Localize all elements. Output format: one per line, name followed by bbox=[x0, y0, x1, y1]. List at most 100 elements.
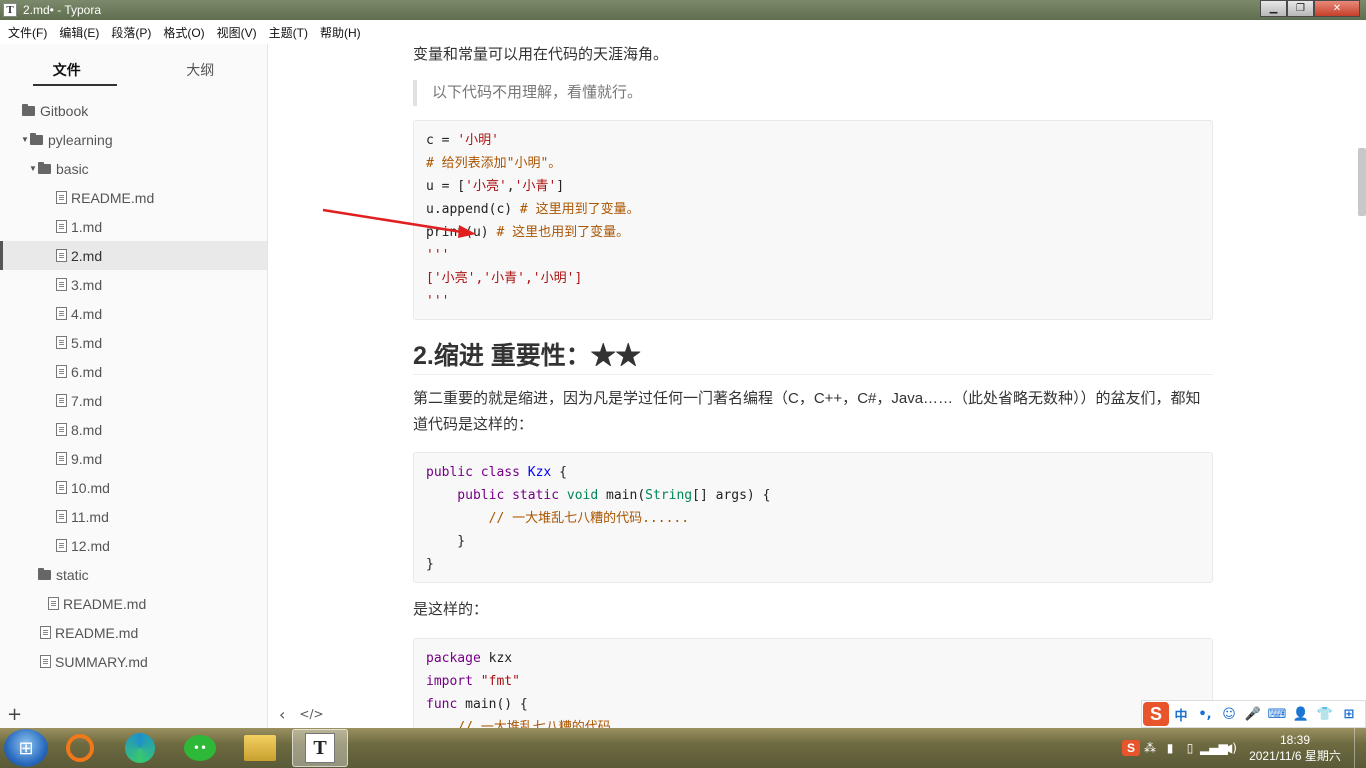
code-token: Kzx bbox=[527, 465, 552, 480]
sogou-tray-icon[interactable]: S bbox=[1122, 740, 1140, 756]
menu-item-2[interactable]: 段落(P) bbox=[105, 24, 157, 41]
tree-file[interactable]: README.md bbox=[0, 589, 267, 618]
menu-item-0[interactable]: 文件(F) bbox=[2, 24, 53, 41]
ime-item-6[interactable]: 👕 bbox=[1313, 707, 1337, 722]
menu-item-6[interactable]: 帮助(H) bbox=[314, 24, 367, 41]
code-token: public bbox=[426, 465, 481, 480]
caret-down-icon[interactable]: ▼ bbox=[28, 164, 38, 173]
code-token: ''' bbox=[426, 294, 450, 309]
ime-item-3[interactable]: 🎤 bbox=[1241, 707, 1265, 722]
ime-item-2[interactable]: ☺ bbox=[1217, 707, 1241, 722]
source-code-mode-icon[interactable]: </> bbox=[299, 707, 323, 721]
folder-icon bbox=[22, 103, 35, 116]
close-button[interactable]: ✕ bbox=[1314, 0, 1360, 17]
network-icon[interactable]: ▂▄▆ bbox=[1200, 741, 1228, 755]
tree-file[interactable]: 7.md bbox=[0, 386, 267, 415]
intro-paragraph: 变量和常量可以用在代码的天涯海角。 bbox=[413, 46, 669, 63]
body-paragraph: 第二重要的就是缩进，因为凡是学过任何一门著名编程（C，C++，C#，Java……… bbox=[413, 390, 1201, 433]
menu-item-5[interactable]: 主题(T) bbox=[263, 24, 314, 41]
volume-icon[interactable]: ◀) bbox=[1220, 741, 1240, 755]
tree-file[interactable]: 8.md bbox=[0, 415, 267, 444]
code-token: ['小亮','小青','小明'] bbox=[426, 271, 583, 286]
code-block-java[interactable]: public class Kzx { public static void ma… bbox=[413, 452, 1213, 583]
folder-icon bbox=[38, 567, 51, 580]
toggle-sidebar-icon[interactable]: ‹ bbox=[279, 705, 285, 724]
wechat-icon: •• bbox=[184, 735, 216, 761]
code-block-python[interactable]: c = '小明' # 给列表添加"小明"。 u = ['小亮','小青'] u.app… bbox=[413, 120, 1213, 320]
file-icon bbox=[56, 191, 67, 204]
file-icon bbox=[56, 307, 67, 320]
tree-file[interactable]: 4.md bbox=[0, 299, 267, 328]
ime-item-5[interactable]: 👤 bbox=[1289, 707, 1313, 722]
clock[interactable]: 18:39 2021/11/6 星期六 bbox=[1240, 732, 1350, 764]
minimize-button[interactable]: ▁ bbox=[1260, 0, 1287, 17]
tree-file[interactable]: SUMMARY.md bbox=[0, 647, 267, 676]
taskbar-search-app[interactable] bbox=[52, 729, 108, 767]
tab-outline[interactable]: 大纲 bbox=[134, 44, 268, 88]
ime-toolbar: S 中 •, ☺ 🎤 ⌨ 👤 👕 ⊞ bbox=[1141, 700, 1366, 728]
tree-file[interactable]: 1.md bbox=[0, 212, 267, 241]
code-block-go[interactable]: package kzx import "fmt" func main() { // … bbox=[413, 638, 1213, 728]
tree-item-label: README.md bbox=[63, 595, 147, 612]
menu-item-3[interactable]: 格式(O) bbox=[157, 24, 210, 41]
tree-file[interactable]: 9.md bbox=[0, 444, 267, 473]
code-line: c = '小明' bbox=[426, 129, 1200, 152]
taskbar-edge[interactable] bbox=[112, 729, 168, 767]
file-icon bbox=[40, 655, 51, 668]
tree-file[interactable]: 11.md bbox=[0, 502, 267, 531]
tree-file[interactable]: 6.md bbox=[0, 357, 267, 386]
tree-file[interactable]: README.md bbox=[0, 183, 267, 212]
add-file-button[interactable]: + bbox=[7, 704, 22, 725]
ime-item-0[interactable]: 中 bbox=[1169, 705, 1193, 724]
menu-item-4[interactable]: 视图(V) bbox=[211, 24, 263, 41]
menu-item-1[interactable]: 编辑(E) bbox=[53, 24, 105, 41]
tree-file[interactable]: 2.md bbox=[0, 241, 267, 270]
taskbar-typora[interactable]: T bbox=[292, 729, 348, 767]
code-line: u.append(c) # 这里用到了变量。 bbox=[426, 198, 1200, 221]
active-tab-indicator bbox=[33, 84, 117, 86]
code-token: void bbox=[566, 488, 607, 503]
editor-scrollbar[interactable] bbox=[1358, 148, 1366, 216]
tree-folder[interactable]: Gitbook bbox=[0, 96, 267, 125]
taskbar-wechat[interactable]: •• bbox=[172, 729, 228, 767]
editor-pane[interactable]: 变量和常量可以用在代码的天涯海角。 以下代码不用理解，看懂就行。 c = '小明… bbox=[268, 44, 1366, 728]
tree-folder[interactable]: ▼ pylearning bbox=[0, 125, 267, 154]
caret-down-icon[interactable]: ▼ bbox=[20, 135, 30, 144]
title-bar: T 2.md• - Typora ▁ ❐ ✕ bbox=[0, 0, 1366, 20]
sidebar-tabs: 文件 大纲 bbox=[0, 44, 267, 88]
maximize-button[interactable]: ❐ bbox=[1287, 0, 1314, 17]
code-token: "fmt" bbox=[480, 674, 520, 689]
tab-files[interactable]: 文件 bbox=[0, 44, 134, 88]
ime-item-1[interactable]: •, bbox=[1193, 707, 1217, 722]
tree-item-label: README.md bbox=[71, 189, 155, 206]
tree-item-label: 2.md bbox=[71, 247, 103, 264]
show-desktop-button[interactable] bbox=[1354, 728, 1366, 768]
start-button[interactable]: ⊞ bbox=[4, 729, 48, 767]
tray-expand-icon[interactable]: ⁂ bbox=[1140, 741, 1160, 755]
tree-file[interactable]: 5.md bbox=[0, 328, 267, 357]
code-token: public bbox=[426, 488, 513, 503]
ime-item-4[interactable]: ⌨ bbox=[1265, 707, 1289, 722]
code-token: import bbox=[426, 674, 481, 689]
code-token: ] bbox=[556, 179, 565, 194]
code-line: // 一大堆乱七八糟的代码...... bbox=[426, 716, 1200, 728]
tray-usb-icon[interactable]: ▮ bbox=[1160, 741, 1180, 755]
file-icon bbox=[56, 394, 67, 407]
battery-icon[interactable]: ▯ bbox=[1180, 741, 1200, 755]
code-token: print(u) bbox=[426, 225, 497, 240]
taskbar-explorer[interactable] bbox=[232, 729, 288, 767]
tree-file[interactable]: 3.md bbox=[0, 270, 267, 299]
code-line: ''' bbox=[426, 244, 1200, 267]
tree-item-label: Gitbook bbox=[40, 102, 89, 119]
ime-item-7[interactable]: ⊞ bbox=[1337, 707, 1361, 722]
tree-folder[interactable]: ▼ basic bbox=[0, 154, 267, 183]
sogou-logo-icon[interactable]: S bbox=[1143, 702, 1169, 726]
tree-file[interactable]: 12.md bbox=[0, 531, 267, 560]
tree-file[interactable]: 10.md bbox=[0, 473, 267, 502]
tree-file[interactable]: README.md bbox=[0, 618, 267, 647]
editor-footer: ‹ </> bbox=[268, 700, 468, 728]
file-icon bbox=[56, 249, 67, 262]
tree-folder[interactable]: static bbox=[0, 560, 267, 589]
tree-item-label: README.md bbox=[55, 624, 139, 641]
edge-icon bbox=[125, 733, 155, 763]
